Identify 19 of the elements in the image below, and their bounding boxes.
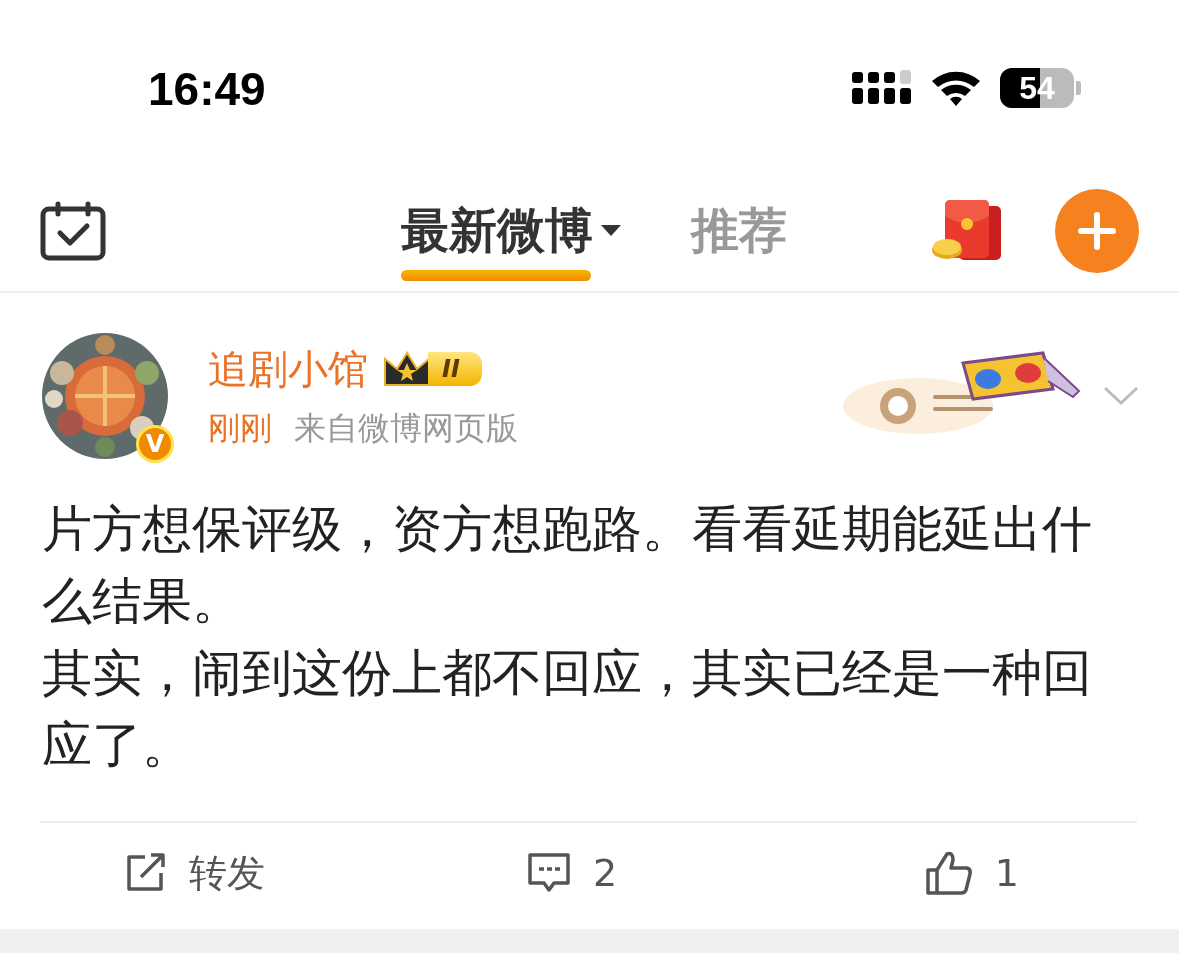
battery-terminal [1076,81,1081,95]
wifi-icon [930,69,982,107]
signal-icon [852,70,912,106]
member-level-badge: II [428,352,482,386]
share-icon [125,853,167,893]
thumbs-up-icon [924,850,973,896]
calendar-check-icon[interactable] [40,200,106,261]
clock: 16:49 [148,62,266,117]
post-text: 片方想保评级，资方想跑路。看看延期能延出什么结果。 [42,499,1093,632]
comment-icon [526,852,571,894]
plus-icon [1077,210,1117,251]
post-time: 刚刚 [208,407,272,449]
post-text: 其实，闹到这份上都不回应，其实已经是一种回应了。 [42,643,1093,776]
repost-button[interactable]: 转发 [0,846,421,900]
feed-tab[interactable]: 最新微博 [400,198,621,281]
verified-badge: V [136,425,174,463]
comment-button[interactable]: 2 [421,850,723,896]
post-source: 来自微博网页版 [294,407,518,449]
like-button[interactable]: 1 [723,849,1179,897]
